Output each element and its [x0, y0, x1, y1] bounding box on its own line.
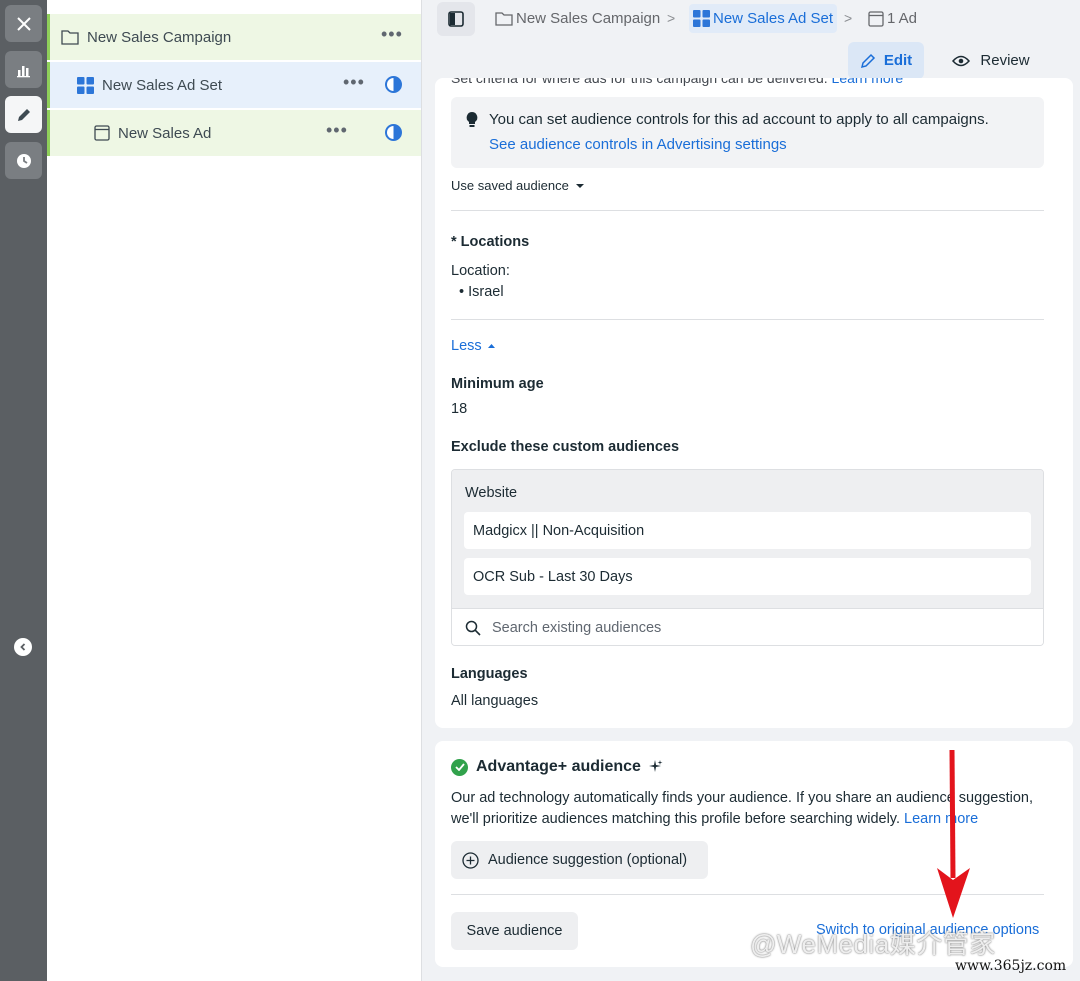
breadcrumb-label: 1 Ad [887, 10, 918, 27]
grid-icon [77, 76, 94, 94]
reporting-button[interactable] [5, 51, 42, 88]
tree-item-label: New Sales Ad [118, 124, 212, 142]
search-icon [465, 620, 481, 636]
red-arrow-annotation [937, 750, 970, 918]
audience-controls-link[interactable]: See audience controls in Advertising set… [489, 136, 787, 153]
save-audience-button[interactable]: Save audience [451, 912, 578, 950]
more-options-icon[interactable]: ••• [326, 120, 348, 141]
languages-heading: Languages [451, 666, 528, 682]
campaign-tree: New Sales Campaign ••• New Sales Ad Set … [47, 0, 422, 981]
search-placeholder: Search existing audiences [492, 619, 662, 636]
edit-button[interactable]: Edit [848, 42, 924, 79]
notice-text: You can set audience controls for this a… [489, 111, 989, 128]
breadcrumb-label: New Sales Ad Set [713, 10, 834, 27]
audience-description: Set criteria for where ads for this camp… [451, 78, 903, 87]
audience-controls-notice: You can set audience controls for this a… [451, 97, 1044, 168]
more-options-icon[interactable]: ••• [381, 24, 403, 45]
breadcrumb-campaign[interactable]: New Sales Campaign [491, 4, 664, 33]
left-rail [0, 0, 47, 981]
excluded-audiences-box: Website Madgicx || Non-Acquisition OCR S… [451, 469, 1044, 646]
less-toggle[interactable]: Less [451, 338, 496, 354]
check-circle-icon [451, 758, 468, 776]
caret-down-icon [575, 183, 584, 188]
main-panel: New Sales Campaign > New Sales Ad Set > … [423, 0, 1080, 981]
audience-group-label: Website [465, 485, 518, 501]
caret-up-icon [487, 344, 495, 348]
ad-icon [94, 125, 110, 141]
ad-icon [868, 10, 884, 27]
breadcrumb-adset[interactable]: New Sales Ad Set [689, 4, 838, 33]
watermark: @WeMedia媒介管家 [750, 929, 996, 959]
bar-chart-icon [16, 65, 30, 77]
excluded-audience-chip[interactable]: OCR Sub - Last 30 Days [464, 558, 1031, 595]
location-item: • Israel [459, 284, 504, 300]
locations-heading: * Locations [451, 234, 530, 250]
breadcrumb-separator: > [667, 10, 676, 26]
search-audiences-input[interactable]: Search existing audiences [452, 608, 1043, 645]
tree-item-label: New Sales Ad Set [102, 76, 223, 94]
review-button[interactable]: Review [941, 42, 1041, 79]
chevron-left-icon [20, 643, 26, 651]
location-label: Location: [451, 263, 510, 279]
edit-mode-button[interactable] [5, 96, 42, 133]
lightbulb-icon [466, 112, 478, 127]
tree-item-ad[interactable]: New Sales Ad ••• [47, 110, 421, 156]
tree-item-label: New Sales Campaign [87, 28, 232, 46]
audience-suggestion-button[interactable]: Audience suggestion (optional) [451, 841, 708, 879]
half-circle-status-icon [385, 124, 402, 141]
divider [451, 210, 1044, 211]
folder-icon [61, 30, 79, 45]
folder-icon [495, 12, 513, 26]
minimum-age-heading: Minimum age [451, 376, 544, 392]
minimum-age-value: 18 [451, 401, 468, 417]
breadcrumb-separator: > [844, 10, 853, 26]
excluded-audiences-list: Website Madgicx || Non-Acquisition OCR S… [452, 470, 1043, 608]
clock-icon [16, 153, 31, 168]
audience-card: Set criteria for where ads for this camp… [435, 78, 1073, 728]
pencil-icon [17, 108, 30, 121]
sparkle-icon [648, 760, 663, 772]
pencil-icon [860, 53, 875, 68]
close-button[interactable] [5, 5, 42, 42]
eye-icon [952, 55, 971, 66]
divider [451, 319, 1044, 320]
breadcrumb-ad[interactable]: 1 Ad [864, 4, 921, 33]
toggle-sidebar-button[interactable] [437, 2, 475, 36]
plus-circle-icon [462, 851, 479, 869]
grid-icon [693, 10, 710, 27]
exclude-audiences-heading: Exclude these custom audiences [451, 439, 680, 455]
history-button[interactable] [5, 142, 42, 179]
top-bar: New Sales Campaign > New Sales Ad Set > … [423, 0, 1080, 90]
watermark-url: www.365jz.com [955, 958, 1067, 974]
half-circle-status-icon [385, 76, 402, 93]
breadcrumb-label: New Sales Campaign [516, 10, 661, 27]
advantage-title: Advantage+ audience [451, 758, 663, 776]
more-options-icon[interactable]: ••• [343, 72, 365, 93]
close-icon [16, 16, 31, 31]
tree-item-campaign[interactable]: New Sales Campaign ••• [47, 14, 421, 60]
saved-audience-dropdown[interactable]: Use saved audience [451, 178, 585, 193]
sidebar-toggle-icon [448, 11, 464, 27]
collapse-rail-button[interactable] [14, 638, 32, 656]
languages-value: All languages [451, 693, 539, 709]
learn-more-link[interactable]: Learn more [832, 78, 904, 86]
tree-item-adset[interactable]: New Sales Ad Set ••• [47, 62, 421, 108]
excluded-audience-chip[interactable]: Madgicx || Non-Acquisition [464, 512, 1031, 549]
